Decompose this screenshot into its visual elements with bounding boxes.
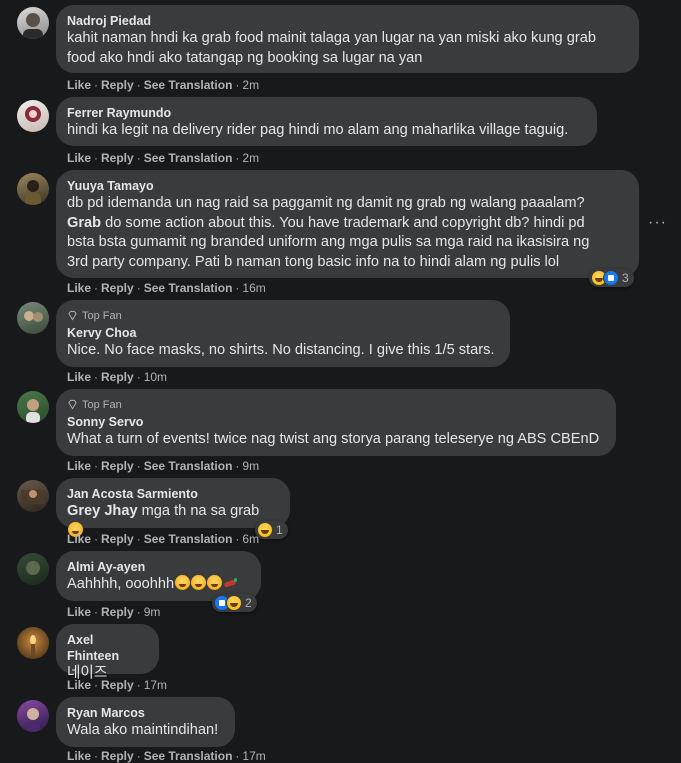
hushed-emoji-icon [207,575,223,590]
like-button[interactable]: Like [67,605,91,619]
see-translation-button[interactable]: See Translation [144,151,233,165]
comment-bubble: Ryan Marcos Wala ako maintindihan! [56,697,235,747]
like-button[interactable]: Like [67,151,91,165]
comment-bubble: Top Fan Sonny Servo What a turn of event… [56,389,616,456]
see-translation-button[interactable]: See Translation [144,532,233,546]
comment-actions: Like · Reply · See Translation · 9m [67,459,260,473]
comment-timestamp[interactable]: 2m [242,78,259,92]
comment-author[interactable]: Ferrer Raymundo [67,105,585,121]
comment-bubble: Ferrer Raymundo hindi ka legit na delive… [56,97,597,146]
haha-reaction-icon [257,522,273,538]
comment-actions: Like · Reply · See Translation · 16m [67,281,266,295]
comment-author[interactable]: Ryan Marcos [67,705,223,721]
reply-button[interactable]: Reply [101,370,134,384]
reaction-summary[interactable]: 1 [255,521,288,539]
comment-author[interactable]: Kervy Choa [67,325,498,341]
reaction-summary[interactable]: 2 [212,594,257,612]
avatar[interactable] [17,391,49,423]
comment-text: Wala ako maintindihan! [67,722,219,738]
comment-actions: Like · Reply · See Translation · 2m [67,78,260,92]
comment-timestamp[interactable]: 17m [144,678,167,692]
comment-actions: Like · Reply · 17m [67,678,168,692]
comment-author[interactable]: Jan Acosta Sarmiento [67,486,278,502]
reply-button[interactable]: Reply [101,78,134,92]
avatar[interactable] [17,480,49,512]
diamond-icon [68,310,77,321]
avatar[interactable] [17,627,49,659]
avatar[interactable] [17,553,49,585]
comment-text: What a turn of events! twice nag twist a… [67,431,600,447]
chili-pepper-emoji-icon [224,578,238,588]
comment-timestamp[interactable]: 2m [242,151,259,165]
top-fan-badge: Top Fan [67,308,498,323]
comment-bubble: Yuuya Tamayo db pd idemanda un nag raid … [56,170,639,278]
reply-button[interactable]: Reply [101,749,134,763]
like-button[interactable]: Like [67,749,91,763]
see-translation-button[interactable]: See Translation [144,78,233,92]
comment-actions: Like · Reply · See Translation · 17m [67,749,266,763]
reply-button[interactable]: Reply [101,532,134,546]
like-button[interactable]: Like [67,532,91,546]
reply-button[interactable]: Reply [101,459,134,473]
see-translation-button[interactable]: See Translation [144,281,233,295]
comment-actions: Like · Reply · See Translation · 6m [67,532,260,546]
comment-bubble: Nadroj Piedad kahit naman hndi ka grab f… [56,5,639,73]
mention-link[interactable]: Grab [67,215,101,231]
avatar[interactable] [17,302,49,334]
reaction-count: 1 [276,523,283,537]
comment-author[interactable]: Yuuya Tamayo [67,178,627,194]
comment-bubble: Jan Acosta Sarmiento Grey Jhay mga th na… [56,478,290,537]
reply-button[interactable]: Reply [101,678,134,692]
comment-actions: Like · Reply · See Translation · 2m [67,151,260,165]
like-button[interactable]: Like [67,281,91,295]
tongue-emoji-icon [191,575,207,590]
reaction-summary[interactable]: 3 [589,269,634,287]
see-translation-button[interactable]: See Translation [144,459,233,473]
comment-bubble: Axel Fhinteen 네이즈 [56,624,159,681]
see-translation-button[interactable]: See Translation [144,749,233,763]
comment-text: Nice. No face masks, no shirts. No dista… [67,342,495,358]
comment-author[interactable]: Sonny Servo [67,414,604,430]
comment-timestamp[interactable]: 9m [144,605,161,619]
comment-bubble: Top Fan Kervy Choa Nice. No face masks, … [56,300,510,367]
avatar[interactable] [17,173,49,205]
comment-text: hindi ka legit na delivery rider pag hin… [67,122,569,138]
reply-button[interactable]: Reply [101,281,134,295]
comment-actions: Like · Reply · 9m [67,605,161,619]
comment-author[interactable]: Almi Ay-ayen [67,559,249,575]
smirk-emoji-icon [175,575,191,590]
diamond-icon [68,399,77,410]
avatar[interactable] [17,100,49,132]
comment-text: db pd idemanda un nag raid sa paggamit n… [67,195,590,270]
comment-timestamp[interactable]: 17m [242,749,265,763]
more-options-icon[interactable]: ··· [648,214,667,232]
comment-author[interactable]: Nadroj Piedad [67,13,627,29]
like-button[interactable]: Like [67,678,91,692]
top-fan-badge: Top Fan [67,397,604,412]
comment-timestamp[interactable]: 6m [242,532,259,546]
reply-button[interactable]: Reply [101,151,134,165]
haha-reaction-icon [226,595,242,611]
like-button[interactable]: Like [67,459,91,473]
reaction-count: 2 [245,596,252,610]
comment-text: kahit naman hndi ka grab food mainit tal… [67,30,596,66]
comment-author[interactable]: Axel Fhinteen [67,632,147,664]
reaction-count: 3 [622,271,629,285]
avatar[interactable] [17,7,49,39]
comment-timestamp[interactable]: 10m [144,370,167,384]
comment-text: Aahhhh, ooohhh [67,575,249,595]
like-reaction-icon [603,270,619,286]
comment-timestamp[interactable]: 16m [242,281,265,295]
like-button[interactable]: Like [67,78,91,92]
like-button[interactable]: Like [67,370,91,384]
comment-actions: Like · Reply · 10m [67,370,168,384]
mention-link[interactable]: Grey Jhay [67,503,138,519]
reply-button[interactable]: Reply [101,605,134,619]
comment-timestamp[interactable]: 9m [242,459,259,473]
avatar[interactable] [17,700,49,732]
